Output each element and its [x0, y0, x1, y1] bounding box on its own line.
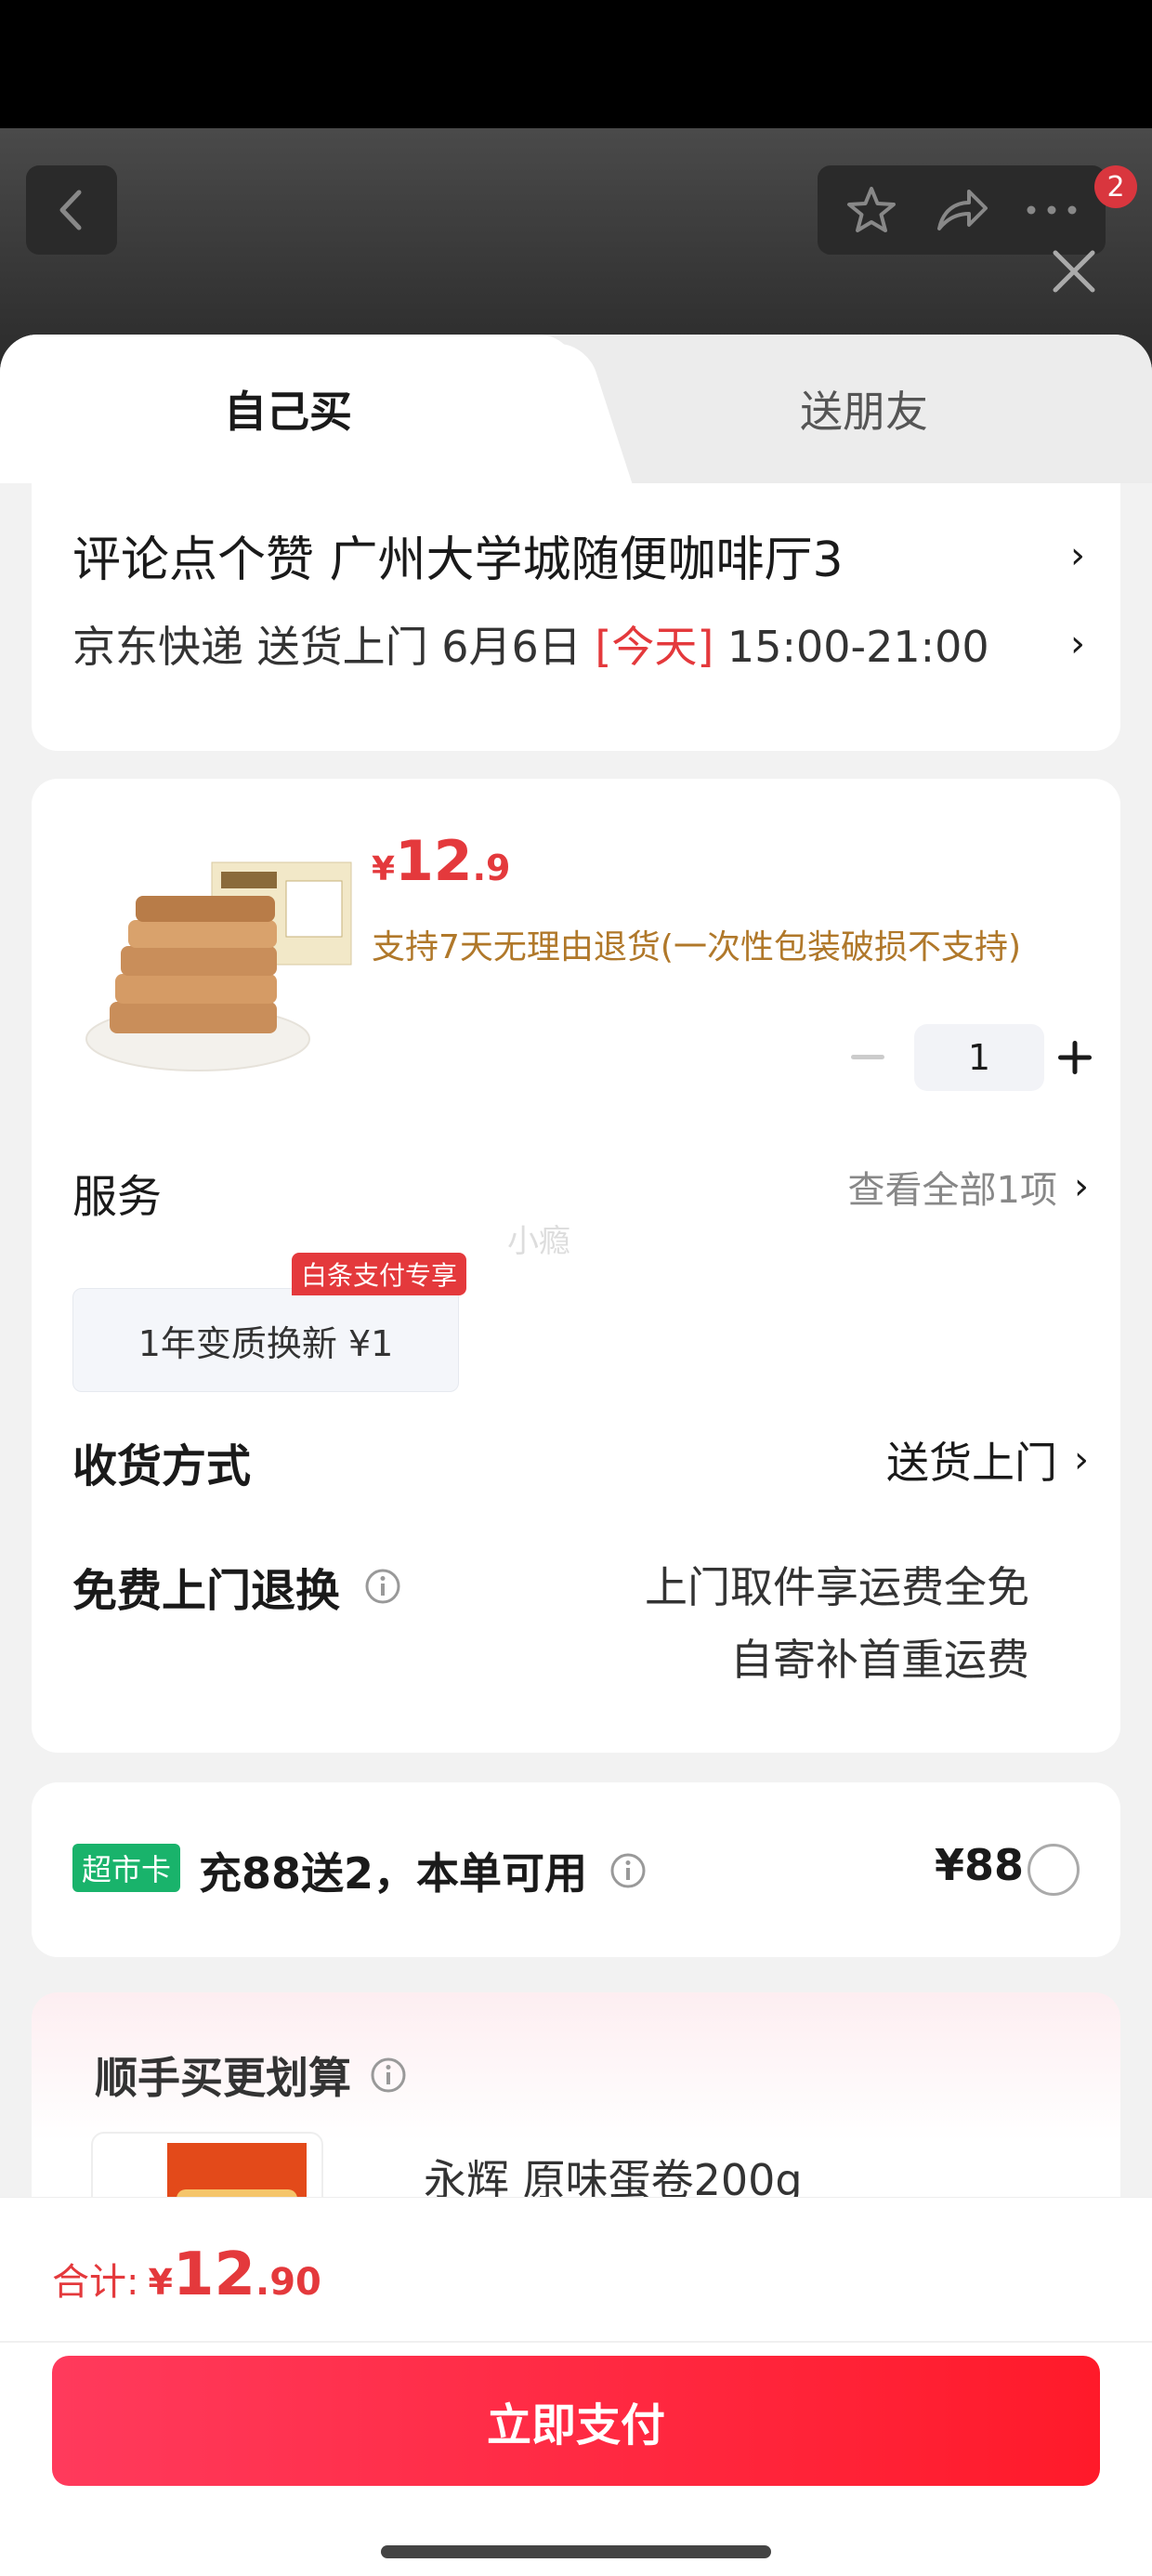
- total-label: 合计:: [52, 2261, 139, 2304]
- upsell-title-row: 顺手买更划算: [95, 2044, 407, 2106]
- home-indicator[interactable]: [381, 2545, 771, 2558]
- decrease-quantity-button[interactable]: [821, 1020, 914, 1095]
- chevron-left-icon: [59, 190, 82, 230]
- shipping-value: 送货上门: [886, 1438, 1057, 1488]
- close-button[interactable]: [1044, 242, 1104, 301]
- order-total: 合计: ¥12.90: [52, 2241, 321, 2309]
- increase-quantity-button[interactable]: [1044, 1020, 1106, 1095]
- total-symbol: ¥: [148, 2262, 173, 2303]
- info-icon[interactable]: [370, 2057, 407, 2094]
- promo-text-row: 充88送2，本单可用: [199, 1840, 647, 1901]
- product-card: ¥12.9 支持7天无理由退货(一次性包装破损不支持) 1 服务 查看全部1项 …: [32, 779, 1120, 1753]
- status-bar: [0, 0, 1152, 128]
- delivery-today: [今天]: [595, 622, 714, 672]
- price-integer: 12: [395, 829, 473, 894]
- free-return-line2: 自寄补首重运费: [730, 1635, 1029, 1685]
- share-icon[interactable]: [924, 173, 999, 247]
- notification-badge: 2: [1094, 165, 1137, 208]
- close-icon: [1053, 250, 1095, 293]
- shipping-method-selector[interactable]: 送货上门 ›: [886, 1429, 1089, 1491]
- checkout-bottom-bar: 合计: ¥12.90 立即支付: [0, 2197, 1152, 2576]
- delivery-time: 15:00-21:00: [713, 622, 989, 672]
- info-icon[interactable]: [364, 1568, 401, 1605]
- price-decimal: .9: [472, 848, 511, 888]
- chevron-right-icon: ›: [1074, 1165, 1089, 1208]
- chevron-right-icon: ›: [1074, 1439, 1089, 1481]
- price-symbol: ¥: [372, 850, 396, 888]
- plus-icon: [1058, 1041, 1092, 1074]
- upsell-title: 顺手买更划算: [95, 2053, 351, 2103]
- delivery-row[interactable]: 京东快递 送货上门 6月6日 [今天] 15:00-21:00 ›: [72, 613, 1085, 675]
- quantity-stepper: 1: [821, 1020, 1106, 1095]
- return-policy-note: 支持7天无理由退货(一次性包装破损不支持): [372, 928, 1021, 966]
- service-option-chip[interactable]: 1年变质换新 ¥1: [72, 1288, 459, 1392]
- pay-now-button[interactable]: 立即支付: [52, 2356, 1100, 2486]
- divider: [0, 2341, 1152, 2343]
- info-icon[interactable]: [609, 1852, 647, 1889]
- promo-price: ¥88: [935, 1840, 1025, 1890]
- minus-icon: [851, 1055, 884, 1059]
- more-icon[interactable]: [1015, 173, 1089, 247]
- promo-text: 充88送2，本单可用: [199, 1848, 588, 1899]
- tab-self[interactable]: 自己买: [0, 335, 576, 483]
- view-all-services[interactable]: 查看全部1项 ›: [848, 1160, 1089, 1214]
- watermark: 小瘾: [507, 1223, 570, 1260]
- product-price: ¥12.9: [372, 829, 510, 894]
- quantity-value[interactable]: 1: [914, 1024, 1044, 1091]
- total-decimal: .90: [255, 2261, 321, 2304]
- back-button[interactable]: [26, 165, 117, 255]
- total-integer: 12: [172, 2241, 255, 2309]
- favorite-star-icon[interactable]: [834, 173, 909, 247]
- tab-gift[interactable]: 送朋友: [576, 335, 1152, 483]
- free-return-row: 免费上门退换: [72, 1554, 401, 1619]
- supermarket-card-tag: 超市卡: [72, 1844, 181, 1892]
- purchase-tabs: 送朋友 自己买: [0, 335, 1152, 483]
- promo-radio[interactable]: [1028, 1844, 1080, 1896]
- free-return-title: 免费上门退换: [72, 1565, 341, 1617]
- shipping-title: 收货方式: [72, 1440, 252, 1492]
- address-row[interactable]: 评论点个赞 广州大学城随便咖啡厅3 ›: [72, 520, 1085, 590]
- delivery-info: 京东快递 送货上门 6月6日 [今天] 15:00-21:00: [72, 613, 989, 675]
- supermarket-card-promo[interactable]: 超市卡 充88送2，本单可用 ¥88: [32, 1782, 1120, 1957]
- tab-self-label: 自己买: [224, 387, 352, 437]
- address-text: 评论点个赞 广州大学城随便咖啡厅3: [72, 532, 844, 588]
- chevron-right-icon: ›: [1070, 533, 1085, 577]
- service-title: 服务: [72, 1171, 163, 1223]
- view-all-label: 查看全部1项: [847, 1169, 1057, 1212]
- product-image[interactable]: [72, 844, 360, 1076]
- delivery-prefix: 京东快递 送货上门 6月6日: [72, 622, 596, 672]
- address-card[interactable]: 评论点个赞 广州大学城随便咖啡厅3 › 京东快递 送货上门 6月6日 [今天] …: [32, 483, 1120, 751]
- chevron-right-icon: ›: [1070, 623, 1085, 665]
- free-return-line1: 上门取件享运费全免: [645, 1562, 1029, 1612]
- service-exclusive-tag: 白条支付专享: [292, 1253, 467, 1295]
